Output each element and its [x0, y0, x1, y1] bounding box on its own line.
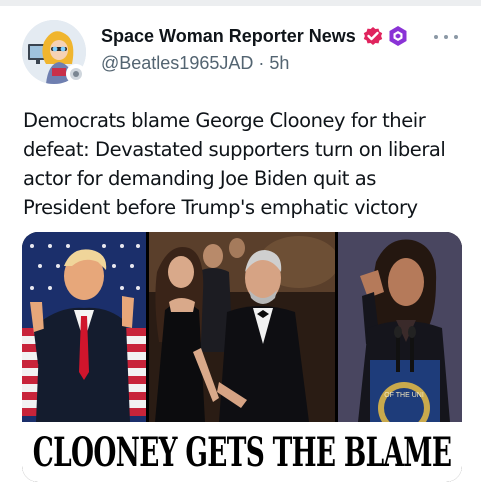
post-media[interactable]: OF THE UNI CLOONEY GETS THE BLAME — [22, 232, 462, 482]
more-dot — [454, 35, 458, 39]
author-name-row: Space Woman Reporter News — [101, 24, 408, 48]
author-handle[interactable]: @Beatles1965JAD — [101, 53, 253, 73]
author-display-name[interactable]: Space Woman Reporter News — [101, 26, 356, 47]
avatar-badge — [66, 64, 86, 84]
more-horizontal-icon[interactable] — [434, 30, 458, 44]
author-handle-row: @Beatles1965JAD · 5h — [101, 53, 289, 74]
affiliate-hexagon-icon — [389, 26, 407, 46]
handle-separator: · — [258, 53, 265, 73]
media-headline: CLOONEY GETS THE BLAME — [32, 428, 452, 476]
post-timestamp[interactable]: 5h — [269, 53, 289, 73]
post-text: Democrats blame George Clooney for their… — [23, 109, 446, 219]
verified-check-icon — [363, 27, 382, 45]
more-dot — [444, 35, 448, 39]
avatar[interactable] — [22, 20, 86, 84]
more-dot — [434, 35, 438, 39]
seal-text: OF THE UNI — [384, 392, 424, 399]
post-card[interactable]: Space Woman Reporter News @Beatles1965JA… — [0, 6, 481, 500]
media-headline-band: CLOONEY GETS THE BLAME — [22, 422, 462, 482]
